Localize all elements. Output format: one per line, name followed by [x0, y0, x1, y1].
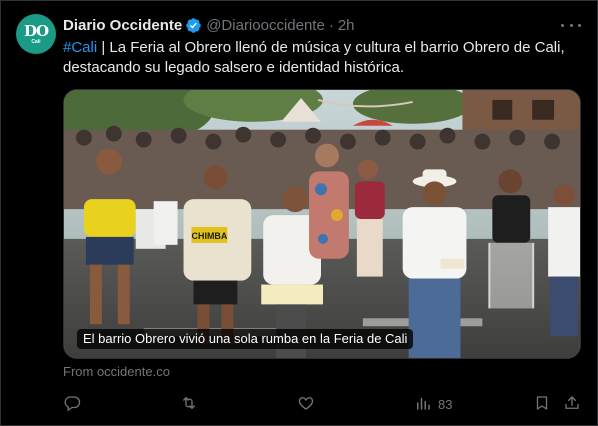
bookmark-button[interactable] [533, 393, 551, 415]
media-caption: El barrio Obrero vivió una sola rumba en… [77, 329, 414, 349]
avatar-monogram: DO [23, 21, 49, 40]
avatar[interactable]: DO Cali [16, 14, 56, 54]
like-icon [297, 394, 315, 415]
street-festival-photo: CHIMBA [64, 90, 580, 358]
retweet-icon [180, 394, 198, 415]
user-handle[interactable]: @Diariooccidente [206, 17, 325, 34]
avatar-subtext: Cali [31, 38, 41, 45]
share-button[interactable] [563, 393, 581, 415]
tweet-media[interactable]: CHIMBA El barrio Obrero vivió una sola r… [63, 89, 581, 359]
action-bar: 83 [63, 393, 583, 415]
tweet-text: #Cali | La Feria al Obrero llenó de músi… [63, 38, 583, 78]
views-count: 83 [438, 396, 453, 412]
views-icon [414, 394, 432, 415]
shirt-text: CHIMBA [192, 231, 228, 241]
display-name[interactable]: Diario Occidente [63, 17, 182, 34]
link-source[interactable]: From occidente.co [63, 364, 170, 379]
retweet-button[interactable] [180, 393, 198, 415]
bookmark-icon [533, 394, 551, 415]
tweet-card[interactable]: DO Cali Diario Occidente @Diariooccident… [0, 0, 598, 426]
views-button[interactable]: 83 [414, 393, 452, 415]
hashtag-link[interactable]: #Cali [63, 39, 97, 56]
reply-icon [63, 394, 81, 415]
separator-dot: · [328, 16, 334, 34]
tweet-header: Diario Occidente @Diariooccidente · 2h [63, 15, 355, 35]
verified-badge-icon[interactable] [185, 17, 202, 34]
like-button[interactable] [297, 393, 315, 415]
share-icon [563, 394, 581, 415]
timestamp[interactable]: 2h [338, 17, 355, 34]
tweet-body: | La Feria al Obrero llenó de música y c… [63, 39, 565, 76]
more-icon[interactable] [561, 16, 581, 34]
reply-button[interactable] [63, 393, 81, 415]
